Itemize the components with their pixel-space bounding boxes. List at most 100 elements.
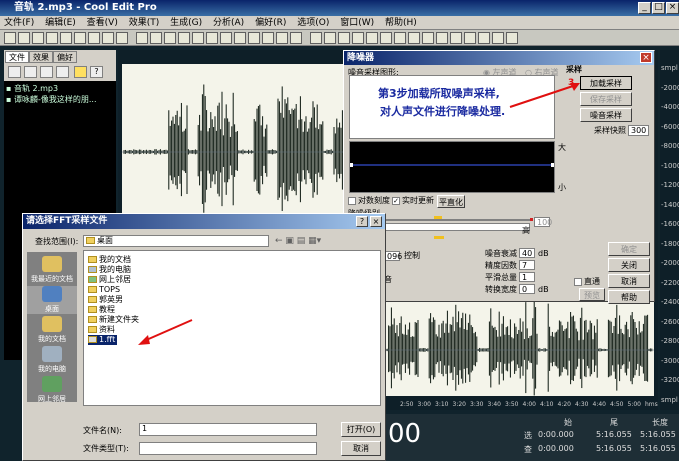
noise-level-input[interactable]: 40 xyxy=(519,248,535,258)
preview-button[interactable]: 预览 xyxy=(579,288,605,301)
toolbar-view-icon[interactable] xyxy=(248,32,260,44)
menu-effects[interactable]: 效果(T) xyxy=(129,18,160,28)
level-input[interactable]: 100 xyxy=(534,217,552,227)
menu-file[interactable]: 文件(F) xyxy=(4,18,34,28)
toolbar-zoom-icon[interactable] xyxy=(478,32,490,44)
toolbar-redo-icon[interactable] xyxy=(422,32,434,44)
filename-input[interactable]: 1 xyxy=(139,423,317,436)
toolbar-record-icon[interactable] xyxy=(178,32,190,44)
view-length[interactable]: 5:16.055 xyxy=(640,444,676,453)
fft-size-select[interactable]: 096 xyxy=(384,251,402,261)
cancel-button[interactable]: 取消 xyxy=(608,274,650,288)
sel-end[interactable]: 5:16.055 xyxy=(596,430,632,439)
place-computer[interactable]: 我的电脑 xyxy=(27,346,77,374)
dialog-close-button[interactable]: × xyxy=(640,52,652,63)
noise-sample-button[interactable]: 噪音采样 xyxy=(580,108,632,122)
sel-begin[interactable]: 0:00.000 xyxy=(538,430,574,439)
place-recent[interactable]: 我最近的文档 xyxy=(27,256,77,284)
view-begin[interactable]: 0:00.000 xyxy=(538,444,574,453)
list-item[interactable]: 郭英男 xyxy=(88,295,123,305)
menu-analyze[interactable]: 分析(A) xyxy=(213,18,244,28)
load-sample-button[interactable]: 加载采样 xyxy=(580,76,632,90)
open-file-icon[interactable] xyxy=(8,66,21,78)
smoothing-input[interactable]: 1 xyxy=(519,272,535,282)
tab-effects[interactable]: 效果 xyxy=(29,51,53,63)
live-update-checkbox[interactable]: ✓ 实时更新 xyxy=(392,196,434,206)
view-end[interactable]: 5:16.055 xyxy=(596,444,632,453)
toolbar-copy-icon[interactable] xyxy=(74,32,86,44)
place-documents[interactable]: 我的文档 xyxy=(27,316,77,344)
toolbar-zoom-icon[interactable] xyxy=(192,32,204,44)
list-item[interactable]: 网上邻居 xyxy=(88,275,131,285)
toolbar-redo-icon[interactable] xyxy=(136,32,148,44)
precision-input[interactable]: 7 xyxy=(519,260,535,270)
toolbar-paste-icon[interactable] xyxy=(88,32,100,44)
tab-files[interactable]: 文件 xyxy=(5,51,29,63)
minimize-button[interactable]: _ xyxy=(638,2,651,14)
file-cancel-button[interactable]: 取消 xyxy=(341,441,381,456)
bypass-checkbox[interactable]: 直通 xyxy=(574,277,600,287)
log-scale-checkbox[interactable]: 对数刻度 xyxy=(348,196,390,206)
transition-input[interactable]: 0 xyxy=(519,284,535,294)
flatten-button[interactable]: 平直化 xyxy=(437,195,465,208)
insert-icon[interactable] xyxy=(40,66,53,78)
toolbar-new-icon[interactable] xyxy=(290,32,302,44)
menu-window[interactable]: 窗口(W) xyxy=(340,18,374,28)
close-file-icon[interactable] xyxy=(24,66,37,78)
file-dialog-close-button[interactable]: × xyxy=(370,216,382,227)
maximize-button[interactable]: □ xyxy=(652,2,665,14)
place-desktop[interactable]: 桌面 xyxy=(27,286,77,314)
list-item[interactable]: 我的电脑 xyxy=(88,265,131,275)
toolbar-loop-icon[interactable] xyxy=(492,32,504,44)
toolbar-meter-icon[interactable] xyxy=(276,32,288,44)
list-item[interactable]: 教程 xyxy=(88,305,115,315)
edit-icon[interactable] xyxy=(56,66,69,78)
favorite-icon[interactable] xyxy=(74,66,87,78)
look-in-select[interactable]: 桌面 xyxy=(83,235,269,247)
toolbar-paste-icon[interactable] xyxy=(380,32,392,44)
list-item-selected[interactable]: 1.fft xyxy=(88,335,118,345)
filetype-select[interactable] xyxy=(139,442,317,455)
toolbar-mark-icon[interactable] xyxy=(234,32,246,44)
toolbar-snap-icon[interactable] xyxy=(220,32,232,44)
toolbar-play-icon[interactable] xyxy=(150,32,162,44)
toolbar-loop-icon[interactable] xyxy=(206,32,218,44)
help-button[interactable]: 帮助 xyxy=(608,290,650,304)
toolbar-stop-icon[interactable] xyxy=(450,32,462,44)
toolbar-stop-icon[interactable] xyxy=(164,32,176,44)
menu-edit[interactable]: 编辑(E) xyxy=(45,18,76,28)
toolbar-open-icon[interactable] xyxy=(310,32,322,44)
file-dialog-help-button[interactable]: ? xyxy=(356,216,368,227)
list-item[interactable]: ▪ 谭咏麟-像我这样的朋... xyxy=(6,94,114,105)
toolbar-close-icon[interactable] xyxy=(46,32,58,44)
list-item[interactable]: 资料 xyxy=(88,325,115,335)
toolbar-new-icon[interactable] xyxy=(4,32,16,44)
open-button[interactable]: 打开(O) xyxy=(341,422,381,437)
toolbar-open-icon[interactable] xyxy=(18,32,30,44)
close-button[interactable]: × xyxy=(666,2,679,14)
toolbar-fx-icon[interactable] xyxy=(262,32,274,44)
toolbar-undo-icon[interactable] xyxy=(408,32,420,44)
list-item[interactable]: ▪ 音轨 2.mp3 xyxy=(6,83,114,94)
sel-length[interactable]: 5:16.055 xyxy=(640,430,676,439)
menu-favorites[interactable]: 偏好(R) xyxy=(255,18,286,28)
place-network[interactable]: 网上邻居 xyxy=(27,376,77,404)
list-item[interactable]: 新建文件夹 xyxy=(88,315,139,325)
menu-generate[interactable]: 生成(G) xyxy=(170,18,202,28)
toolbar-cut-icon[interactable] xyxy=(352,32,364,44)
toolbar-mix-icon[interactable] xyxy=(394,32,406,44)
toolbar-record-icon[interactable] xyxy=(464,32,476,44)
toolbar-copy-icon[interactable] xyxy=(366,32,378,44)
list-item[interactable]: TOPS xyxy=(88,285,120,295)
dialog-close-text-button[interactable]: 关闭 xyxy=(608,258,650,272)
toolbar-save-icon[interactable] xyxy=(324,32,336,44)
toolbar-close-icon[interactable] xyxy=(338,32,350,44)
menu-help[interactable]: 帮助(H) xyxy=(385,18,417,28)
help-icon[interactable]: ? xyxy=(90,66,103,78)
snapshots-input[interactable]: 300 xyxy=(628,125,649,136)
toolbar-save-icon[interactable] xyxy=(32,32,44,44)
toolbar-cut-icon[interactable] xyxy=(60,32,72,44)
list-item[interactable]: 我的文档 xyxy=(88,255,131,265)
save-sample-button[interactable]: 保存采样 xyxy=(580,92,632,106)
menu-options[interactable]: 选项(O) xyxy=(297,18,329,28)
